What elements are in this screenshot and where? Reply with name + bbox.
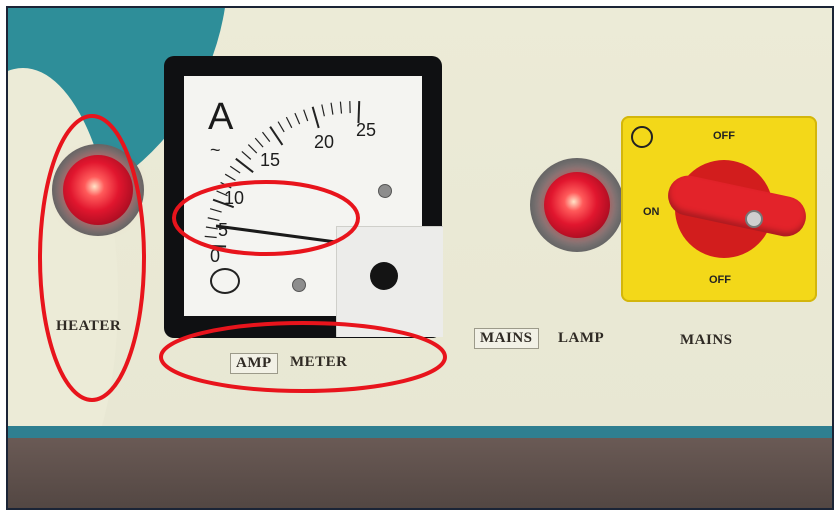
control-panel-photo: HEATER A ~ 0 5 10 15 20 25 AMP METER MAI…: [0, 0, 840, 516]
needle-highlight-ellipse: [172, 180, 360, 256]
annotation-overlay: [38, 114, 447, 402]
heater-highlight-ellipse: [38, 114, 146, 402]
amp-meter-label-highlight-ellipse: [159, 321, 447, 393]
